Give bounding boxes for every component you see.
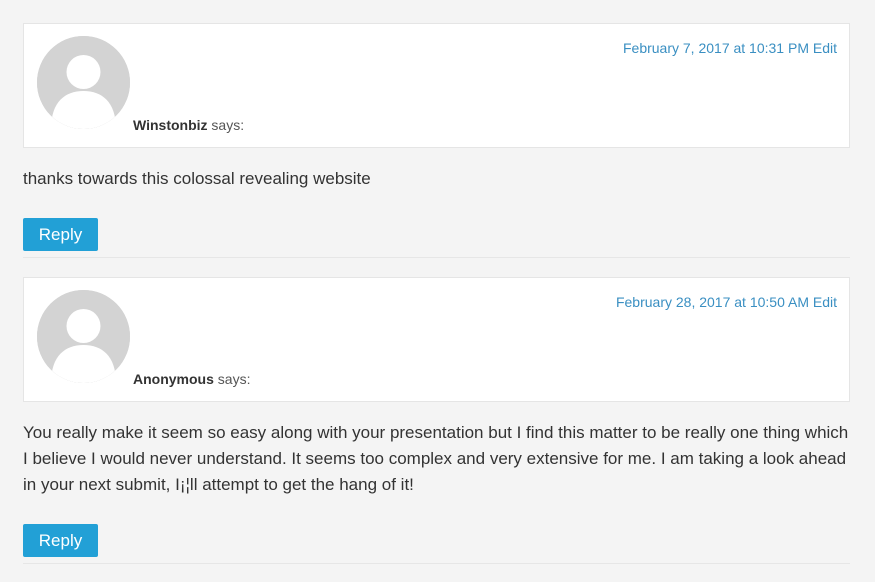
- comment-list: February 7, 2017 at 10:31 PM Edit Winsto…: [0, 0, 875, 582]
- comment-author-line: Winstonbiz says:: [133, 117, 244, 133]
- default-avatar-icon: [37, 36, 130, 129]
- default-avatar-icon: [37, 290, 130, 383]
- comment-meta: February 7, 2017 at 10:31 PM Edit: [623, 40, 837, 56]
- comment-author: Winstonbiz: [133, 117, 208, 133]
- comment-header: February 7, 2017 at 10:31 PM Edit Winsto…: [23, 23, 850, 148]
- edit-link[interactable]: Edit: [813, 294, 837, 310]
- edit-link[interactable]: Edit: [813, 40, 837, 56]
- comment-meta: February 28, 2017 at 10:50 AM Edit: [616, 294, 837, 310]
- comment-date-link[interactable]: February 7, 2017 at 10:31 PM: [623, 40, 809, 56]
- comment-divider: [23, 257, 850, 258]
- comment-date-link[interactable]: February 28, 2017 at 10:50 AM: [616, 294, 809, 310]
- comment-divider: [23, 563, 850, 564]
- reply-button[interactable]: Reply: [23, 524, 98, 557]
- comment: February 7, 2017 at 10:31 PM Edit Winsto…: [23, 23, 850, 258]
- reply-button[interactable]: Reply: [23, 218, 98, 251]
- comment-body: You really make it seem so easy along wi…: [23, 423, 849, 494]
- says-label: says:: [217, 371, 251, 387]
- comment-author-line: Anonymous says:: [133, 371, 250, 387]
- comment: February 28, 2017 at 10:50 AM Edit Anony…: [23, 277, 850, 567]
- comment-body: thanks towards this colossal revealing w…: [23, 169, 371, 188]
- says-label: says:: [211, 117, 245, 133]
- comment-author: Anonymous: [133, 371, 214, 387]
- comment-header: February 28, 2017 at 10:50 AM Edit Anony…: [23, 277, 850, 402]
